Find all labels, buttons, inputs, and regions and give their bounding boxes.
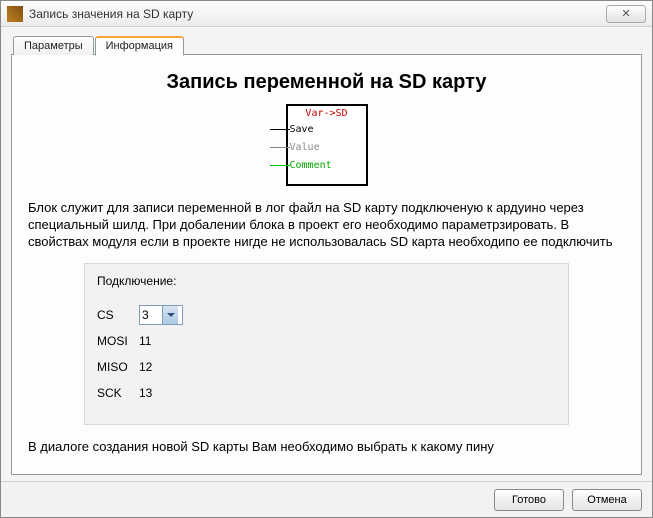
- sck-value: 13: [139, 386, 152, 400]
- diagram-pin-save: Save: [290, 122, 314, 136]
- row-miso: MISO 12: [97, 354, 556, 380]
- sck-label: SCK: [97, 386, 139, 400]
- app-icon: [7, 6, 23, 22]
- diagram-label: Var->SD: [288, 106, 366, 123]
- cs-combobox[interactable]: [139, 305, 183, 325]
- tab-panel-information: Запись переменной на SD карту Var->SD Sa…: [11, 54, 642, 475]
- diagram-pin-value: Value: [290, 140, 320, 154]
- description-text: Блок служит для записи переменной в лог …: [28, 200, 625, 251]
- pin-label: Comment: [290, 160, 332, 171]
- button-label: Отмена: [587, 494, 626, 506]
- mosi-label: MOSI: [97, 334, 139, 348]
- description-text-2: В диалоге создания новой SD карты Вам не…: [28, 439, 625, 456]
- cancel-button[interactable]: Отмена: [572, 489, 642, 511]
- pin-label: Save: [290, 124, 314, 135]
- block-diagram: Var->SD Save Value Comment: [24, 104, 629, 186]
- close-button[interactable]: ✕: [606, 5, 646, 23]
- title-bar: Запись значения на SD карту ✕: [1, 1, 652, 27]
- button-bar: Готово Отмена: [1, 481, 652, 517]
- cs-dropdown-button[interactable]: [162, 306, 178, 324]
- row-mosi: MOSI 11: [97, 328, 556, 354]
- diagram-pin-comment: Comment: [290, 158, 332, 172]
- panel-title: Подключение:: [97, 274, 556, 288]
- ok-button[interactable]: Готово: [494, 489, 564, 511]
- button-label: Готово: [512, 494, 546, 506]
- content-area: Параметры Информация Запись переменной н…: [1, 27, 652, 481]
- page-heading: Запись переменной на SD карту: [24, 71, 629, 94]
- tab-parameters[interactable]: Параметры: [13, 36, 94, 55]
- dialog-window: Запись значения на SD карту ✕ Параметры …: [0, 0, 653, 518]
- miso-label: MISO: [97, 360, 139, 374]
- tab-label: Информация: [106, 40, 173, 52]
- row-cs: CS: [97, 302, 556, 328]
- tab-strip: Параметры Информация: [11, 33, 642, 55]
- tab-label: Параметры: [24, 40, 83, 52]
- window-title: Запись значения на SD карту: [29, 7, 606, 21]
- mosi-value: 11: [139, 334, 151, 348]
- pin-label: Value: [290, 142, 320, 153]
- miso-value: 12: [139, 360, 152, 374]
- cs-label: CS: [97, 308, 139, 322]
- connection-panel: Подключение: CS MOSI 11 MISO: [84, 263, 569, 425]
- row-sck: SCK 13: [97, 380, 556, 406]
- diagram-box: Var->SD Save Value Comment: [286, 104, 368, 186]
- close-icon: ✕: [621, 7, 630, 20]
- chevron-down-icon: [167, 311, 175, 319]
- cs-input[interactable]: [140, 306, 162, 324]
- tab-information[interactable]: Информация: [95, 36, 184, 56]
